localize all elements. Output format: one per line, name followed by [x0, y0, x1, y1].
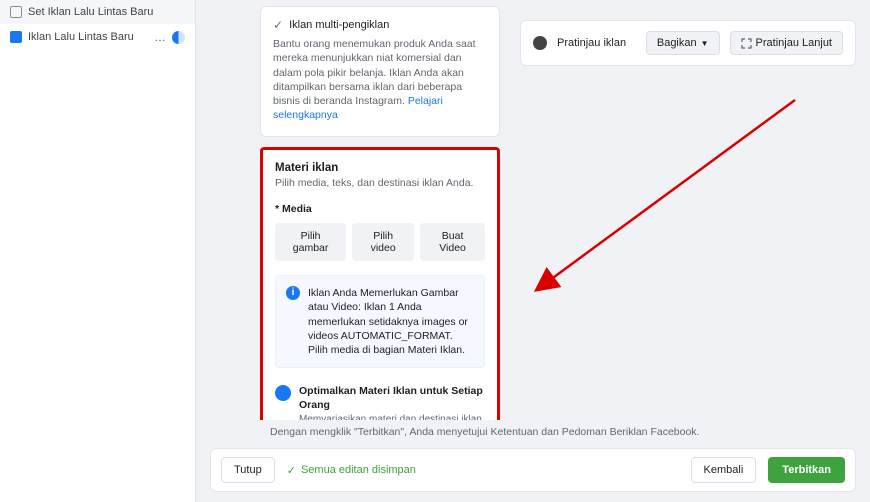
sidebar-more-icon[interactable]: …: [154, 30, 166, 44]
materi-title: Materi iklan: [275, 162, 485, 174]
sidebar-ad-label: Iklan Lalu Lintas Baru: [28, 31, 134, 43]
media-required-info: i Iklan Anda Memerlukan Gambar atau Vide…: [275, 275, 485, 368]
checkmark-icon: ✓: [273, 17, 283, 33]
sidebar-ad-actions: …: [154, 30, 185, 44]
expand-icon: [741, 38, 752, 49]
publish-button[interactable]: Terbitkan: [768, 457, 845, 483]
optimize-title: Optimalkan Materi Iklan untuk Setiap Ora…: [299, 384, 485, 412]
back-button[interactable]: Kembali: [691, 457, 757, 483]
footer: Dengan mengklik "Terbitkan", Anda menyet…: [196, 420, 870, 502]
checkmark-icon: ✓: [287, 464, 296, 477]
make-video-button[interactable]: Buat Video: [420, 223, 485, 261]
media-label: * Media: [275, 203, 485, 215]
multi-title: Iklan multi-pengiklan: [289, 18, 389, 33]
info-text: Iklan Anda Memerlukan Gambar atau Video:…: [308, 286, 474, 357]
preview-label: Pratinjau iklan: [557, 37, 636, 49]
main-area: ✓ Iklan multi-pengiklan Bantu orang mene…: [196, 0, 870, 502]
optimize-toggle[interactable]: [275, 385, 291, 401]
preview-bar: Pratinjau iklan Bagikan▼ Pratinjau Lanju…: [520, 20, 856, 66]
materi-sub: Pilih media, teks, dan destinasi iklan A…: [275, 177, 485, 189]
avatar-placeholder-icon: [533, 36, 547, 50]
consent-text: Dengan mengklik "Terbitkan", Anda menyet…: [210, 420, 856, 448]
chevron-down-icon: ▼: [701, 39, 709, 48]
ad-icon: [10, 31, 22, 43]
saved-status: ✓ Semua editan disimpan: [287, 464, 416, 477]
footer-bar: Tutup ✓ Semua editan disimpan Kembali Te…: [210, 448, 856, 492]
annotation-arrow-icon: [530, 90, 810, 300]
info-icon: i: [286, 286, 300, 300]
sidebar-adset-label: Set Iklan Lalu Lintas Baru: [28, 6, 153, 18]
share-dropdown-button[interactable]: Bagikan▼: [646, 31, 720, 55]
multi-advertiser-card: ✓ Iklan multi-pengiklan Bantu orang mene…: [260, 6, 500, 137]
sidebar-ad-item[interactable]: Iklan Lalu Lintas Baru …: [0, 24, 195, 50]
left-sidebar: Set Iklan Lalu Lintas Baru Iklan Lalu Li…: [0, 0, 196, 502]
sidebar-adset-header[interactable]: Set Iklan Lalu Lintas Baru: [0, 0, 195, 24]
choose-image-button[interactable]: Pilih gambar: [275, 223, 346, 261]
advanced-preview-button[interactable]: Pratinjau Lanjut: [730, 31, 843, 55]
multi-body: Bantu orang menemukan produk Anda saat m…: [273, 37, 487, 122]
sidebar-status-icon[interactable]: [172, 31, 185, 44]
close-button[interactable]: Tutup: [221, 457, 275, 483]
adset-icon: [10, 6, 22, 18]
choose-video-button[interactable]: Pilih video: [352, 223, 414, 261]
